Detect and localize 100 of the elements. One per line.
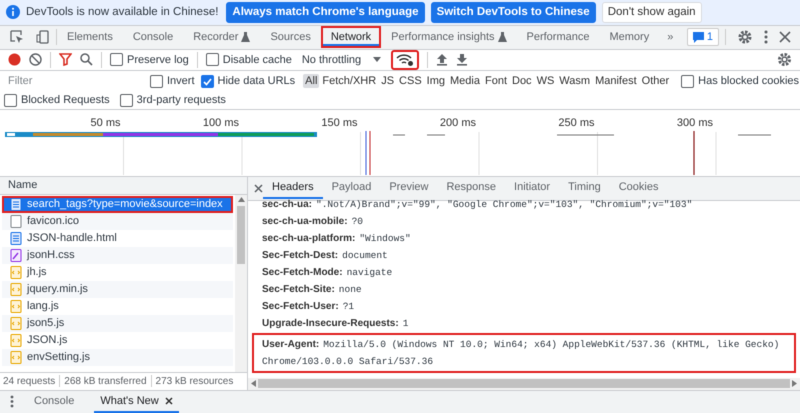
checkbox[interactable] (206, 53, 219, 66)
drawer-tab[interactable]: What's New (94, 390, 179, 413)
request-name: envSetting.js (27, 351, 90, 364)
request-row[interactable]: favicon.ico (2, 212, 233, 230)
header-line: Upgrade-Insecure-Requests: 1 (261, 316, 410, 331)
drawer-tab[interactable]: Console (28, 390, 80, 413)
panel-tab[interactable]: Elements (57, 26, 123, 48)
checkbox[interactable] (4, 94, 17, 107)
request-name: JSON.js (27, 334, 68, 346)
tick-label: 50 ms (90, 117, 120, 130)
network-conditions-button[interactable] (391, 50, 420, 70)
detail-tab[interactable]: Payload (322, 177, 380, 200)
checkbox-label: Hide data URLs (218, 75, 296, 88)
settings-icon[interactable] (777, 52, 792, 68)
detail-tab[interactable]: Headers (263, 177, 323, 200)
panel-tab[interactable]: Performance insights (381, 26, 516, 48)
panel-tab[interactable]: Recorder (183, 26, 260, 48)
tick-label: 150 ms (321, 117, 358, 130)
resource-type-filter[interactable]: All (303, 74, 320, 88)
more-tabs-button[interactable]: » (659, 31, 682, 44)
resource-type-filter[interactable]: Manifest (593, 74, 639, 88)
close-icon[interactable] (254, 184, 263, 193)
request-name: jquery.min.js (27, 283, 88, 296)
download-icon[interactable] (456, 53, 468, 66)
scrollbar-track[interactable] (235, 194, 247, 372)
search-icon[interactable] (80, 53, 93, 66)
header-line: Sec-Fetch-Mode: navigate (261, 266, 394, 280)
tick-label: 250 ms (558, 117, 594, 130)
checkbox[interactable] (120, 94, 133, 107)
language-button[interactable]: Switch DevTools to Chinese (430, 2, 596, 23)
checkbox[interactable] (681, 74, 694, 88)
detail-tab[interactable]: Cookies (610, 177, 668, 200)
header-line: Sec-Fetch-Dest: document (261, 248, 389, 263)
detail-tab[interactable]: Preview (380, 177, 438, 200)
checkbox-label: Invert (167, 75, 195, 88)
panel-tab[interactable]: Console (122, 26, 184, 48)
throttling-dropdown[interactable]: No throttling (300, 54, 384, 66)
panel-tab[interactable]: Memory (599, 26, 660, 48)
tick-label: 300 ms (676, 117, 713, 130)
panel-tab[interactable]: Sources (260, 26, 321, 48)
resource-type-filter[interactable]: Other (640, 74, 672, 88)
resource-type-filter[interactable]: Img (424, 74, 448, 88)
request-row[interactable]: search_tags?type=movie&source=index (2, 196, 233, 213)
resource-type-filter[interactable]: Media (448, 74, 482, 88)
more-options-icon[interactable] (10, 395, 14, 408)
summary-text: 273 kB resources (156, 376, 234, 387)
checkbox[interactable] (200, 74, 214, 88)
record-icon[interactable] (8, 53, 21, 66)
issues-count: 1 (706, 31, 713, 44)
resource-type-filter[interactable]: Font (482, 74, 509, 88)
summary-text: 24 requests (3, 376, 56, 387)
resource-type-filter[interactable]: WS (534, 74, 556, 88)
request-row[interactable]: JSON-handle.html (2, 230, 233, 247)
filter-icon[interactable] (59, 53, 72, 66)
device-toolbar-icon[interactable] (35, 29, 51, 46)
message-icon (692, 32, 704, 43)
panel-tab[interactable]: Network (320, 26, 382, 48)
upload-icon[interactable] (436, 53, 448, 66)
request-row[interactable]: json5.js (2, 314, 233, 332)
request-row[interactable]: jquery.min.js (2, 280, 233, 298)
checkbox-label: Disable cache (222, 54, 292, 66)
checkmark-icon (202, 76, 212, 86)
request-name: JSON-handle.html (27, 232, 117, 244)
scrollbar-thumb[interactable] (237, 206, 245, 264)
checkbox[interactable] (110, 53, 123, 66)
tick-label: 100 ms (202, 117, 239, 130)
request-name: json5.js (27, 317, 64, 330)
settings-icon[interactable] (737, 29, 753, 46)
issues-badge[interactable]: 1 (686, 28, 719, 46)
more-options-icon[interactable] (763, 29, 769, 46)
request-row[interactable]: jh.js (2, 264, 233, 281)
close-icon[interactable] (164, 396, 173, 405)
resource-type-filter[interactable]: CSS (397, 74, 424, 88)
detail-tab[interactable]: Response (437, 177, 506, 200)
request-name: jsonH.css (27, 249, 75, 262)
language-button[interactable]: Always match Chrome's language (226, 2, 425, 23)
resource-type-filter[interactable]: Fetch/XHR (320, 74, 378, 88)
header-line: sec-ch-ua-mobile: ?0 (261, 214, 364, 229)
checkbox[interactable] (150, 74, 163, 88)
header-line: Sec-Fetch-Site: none (261, 282, 363, 297)
request-name: jh.js (27, 266, 47, 278)
column-header[interactable]: Name (0, 176, 247, 195)
dismiss-button[interactable]: Don't show again (602, 2, 702, 23)
resource-type-filter[interactable]: Doc (510, 74, 534, 88)
resource-type-filter[interactable]: JS (379, 74, 396, 88)
horizontal-scrollbar[interactable] (248, 378, 800, 390)
request-row[interactable]: envSetting.js (2, 348, 233, 366)
panel-tab[interactable]: Performance (516, 26, 600, 48)
clear-icon[interactable] (29, 53, 42, 66)
request-row[interactable]: lang.js (2, 298, 233, 315)
inspect-element-icon[interactable] (9, 29, 25, 46)
detail-tab[interactable]: Initiator (505, 177, 560, 200)
info-message: DevTools is now available in Chinese! (26, 6, 218, 18)
request-row[interactable]: JSON.js (2, 332, 233, 349)
request-row[interactable]: jsonH.css (2, 246, 233, 264)
resource-type-filter[interactable]: Wasm (557, 74, 592, 88)
close-icon[interactable] (779, 31, 791, 44)
checkbox-label: Blocked Requests (21, 94, 110, 106)
detail-tab[interactable]: Timing (559, 177, 610, 200)
request-name: lang.js (27, 300, 59, 312)
